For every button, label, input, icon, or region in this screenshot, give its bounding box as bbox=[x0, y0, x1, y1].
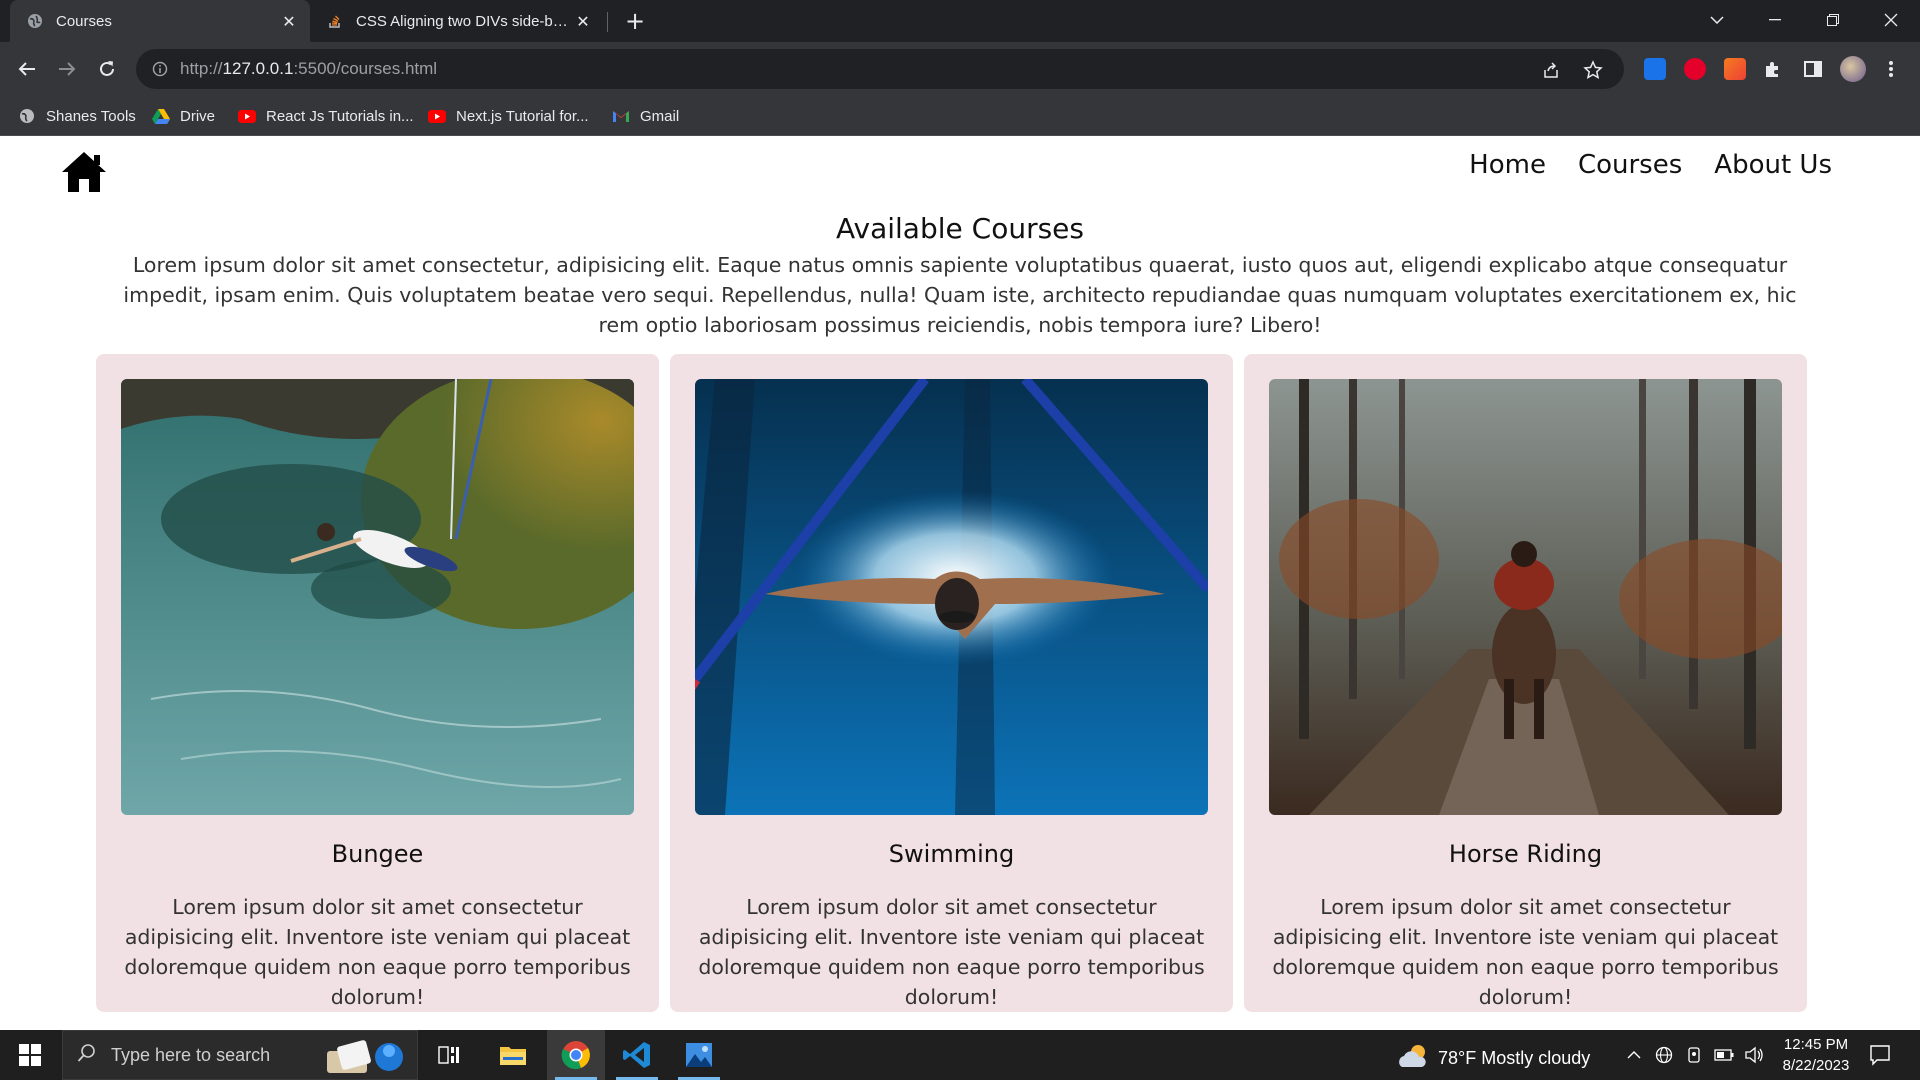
reload-button[interactable] bbox=[90, 52, 124, 86]
chrome-taskbar-icon[interactable] bbox=[547, 1030, 605, 1080]
course-description: Lorem ipsum dolor sit amet consectetur a… bbox=[124, 895, 631, 1009]
bookmark-star-icon[interactable] bbox=[1582, 59, 1604, 81]
extension-orange-icon[interactable] bbox=[1724, 58, 1746, 80]
system-clock[interactable]: 12:45 PM 8/22/2023 bbox=[1770, 1034, 1862, 1076]
nav-courses-link[interactable]: Courses bbox=[1578, 150, 1682, 180]
notification-icon[interactable] bbox=[1868, 1043, 1892, 1067]
weather-text: 78°F Mostly cloudy bbox=[1438, 1048, 1591, 1068]
cloud-sun-icon bbox=[1396, 1043, 1430, 1074]
search-icon bbox=[77, 1043, 97, 1067]
clock-time: 12:45 PM bbox=[1783, 1036, 1849, 1053]
close-icon[interactable]: ✕ bbox=[574, 12, 592, 31]
bungee-jump-photo bbox=[121, 379, 634, 815]
browser-toolbar: http://127.0.0.1:5500/courses.html bbox=[0, 42, 1920, 96]
search-highlight-icon bbox=[319, 1037, 411, 1079]
menu-kebab-icon[interactable] bbox=[1880, 58, 1902, 80]
profile-avatar[interactable] bbox=[1840, 56, 1866, 82]
restore-button[interactable] bbox=[1810, 0, 1856, 40]
close-icon[interactable]: ✕ bbox=[280, 12, 298, 31]
address-bar[interactable]: http://127.0.0.1:5500/courses.html bbox=[136, 49, 1624, 89]
nav-about-link[interactable]: About Us bbox=[1714, 150, 1832, 180]
windows-taskbar: Type here to search 78°F Mostly cloudy 1… bbox=[0, 1030, 1920, 1080]
page-title: Available Courses bbox=[836, 212, 1084, 245]
tab-title: Courses bbox=[56, 12, 112, 30]
volume-icon[interactable] bbox=[1744, 1045, 1764, 1065]
google-drive-icon bbox=[152, 107, 170, 125]
minimize-button[interactable] bbox=[1752, 0, 1798, 40]
bookmark-drive[interactable]: Drive bbox=[152, 105, 215, 127]
tab-strip: Courses ✕ CSS Aligning two DIVs side-by-… bbox=[0, 0, 1920, 42]
battery-icon[interactable] bbox=[1714, 1045, 1734, 1065]
bookmark-nextjs-tutorial[interactable]: Next.js Tutorial for... bbox=[428, 105, 589, 127]
course-card-bungee: Bungee Lorem ipsum dolor sit amet consec… bbox=[96, 354, 659, 1012]
extension-adblock-icon[interactable] bbox=[1684, 58, 1706, 80]
intro-paragraph: Lorem ipsum dolor sit amet consectetur, … bbox=[123, 253, 1797, 337]
taskbar-search[interactable]: Type here to search bbox=[62, 1030, 418, 1080]
side-panel-icon[interactable] bbox=[1802, 58, 1824, 80]
close-window-button[interactable] bbox=[1868, 0, 1914, 40]
bookmark-shanes-tools[interactable]: Shanes Tools bbox=[18, 105, 136, 127]
course-description: Lorem ipsum dolor sit amet consectetur a… bbox=[698, 895, 1205, 1009]
windows-start-button[interactable] bbox=[10, 1040, 50, 1070]
file-explorer-icon[interactable] bbox=[484, 1030, 542, 1080]
new-tab-button[interactable]: + bbox=[620, 7, 650, 35]
horse-rider-forest-photo bbox=[1269, 379, 1782, 815]
tab-search-icon[interactable] bbox=[1694, 0, 1740, 40]
globe-icon bbox=[26, 12, 44, 30]
course-description: Lorem ipsum dolor sit amet consectetur a… bbox=[1272, 895, 1779, 1009]
course-title: Horse Riding bbox=[1448, 840, 1603, 868]
course-title: Swimming bbox=[888, 840, 1015, 868]
tab-courses[interactable]: Courses ✕ bbox=[10, 0, 310, 42]
gmail-icon bbox=[612, 107, 630, 125]
back-button[interactable] bbox=[10, 52, 44, 86]
course-cards: Bungee Lorem ipsum dolor sit amet consec… bbox=[96, 354, 1807, 1014]
course-card-swimming: Swimming Lorem ipsum dolor sit amet cons… bbox=[670, 354, 1233, 1012]
share-icon[interactable] bbox=[1540, 59, 1562, 81]
chevron-up-icon[interactable] bbox=[1624, 1045, 1644, 1065]
tab-css-aligning[interactable]: CSS Aligning two DIVs side-by-side ✕ bbox=[314, 0, 604, 42]
site-info-icon[interactable] bbox=[150, 59, 170, 79]
web-page: Home Courses About Us Available Courses … bbox=[0, 136, 1920, 1030]
home-icon[interactable] bbox=[60, 150, 110, 196]
vscode-icon[interactable] bbox=[608, 1030, 666, 1080]
bookmark-react-tutorials[interactable]: React Js Tutorials in... bbox=[238, 105, 414, 127]
swimmer-photo bbox=[695, 379, 1208, 815]
meet-now-icon[interactable] bbox=[1684, 1045, 1704, 1065]
youtube-icon bbox=[238, 107, 256, 125]
course-card-horse-riding: Horse Riding Lorem ipsum dolor sit amet … bbox=[1244, 354, 1807, 1012]
clock-date: 8/22/2023 bbox=[1782, 1057, 1850, 1074]
globe-icon bbox=[18, 107, 36, 125]
extensions-puzzle-icon[interactable] bbox=[1762, 58, 1784, 80]
weather-widget[interactable]: 78°F Mostly cloudy bbox=[1396, 1043, 1590, 1074]
url-text: http://127.0.0.1:5500/courses.html bbox=[180, 59, 438, 78]
bookmark-gmail[interactable]: Gmail bbox=[612, 105, 679, 127]
photos-icon[interactable] bbox=[670, 1030, 728, 1080]
task-view-icon[interactable] bbox=[420, 1030, 478, 1080]
bookmarks-bar: Shanes Tools Drive React Js Tutorials in… bbox=[0, 96, 1920, 136]
search-placeholder: Type here to search bbox=[111, 1044, 271, 1065]
youtube-icon bbox=[428, 107, 446, 125]
tab-separator bbox=[607, 12, 608, 32]
stackoverflow-icon bbox=[326, 12, 344, 30]
course-title: Bungee bbox=[331, 840, 424, 868]
forward-button[interactable] bbox=[50, 52, 84, 86]
language-globe-icon[interactable] bbox=[1654, 1045, 1674, 1065]
extension-translate-icon[interactable] bbox=[1644, 58, 1666, 80]
nav-home-link[interactable]: Home bbox=[1469, 150, 1546, 180]
tab-title: CSS Aligning two DIVs side-by-side bbox=[356, 12, 574, 30]
main-nav: Home Courses About Us bbox=[1469, 150, 1832, 180]
